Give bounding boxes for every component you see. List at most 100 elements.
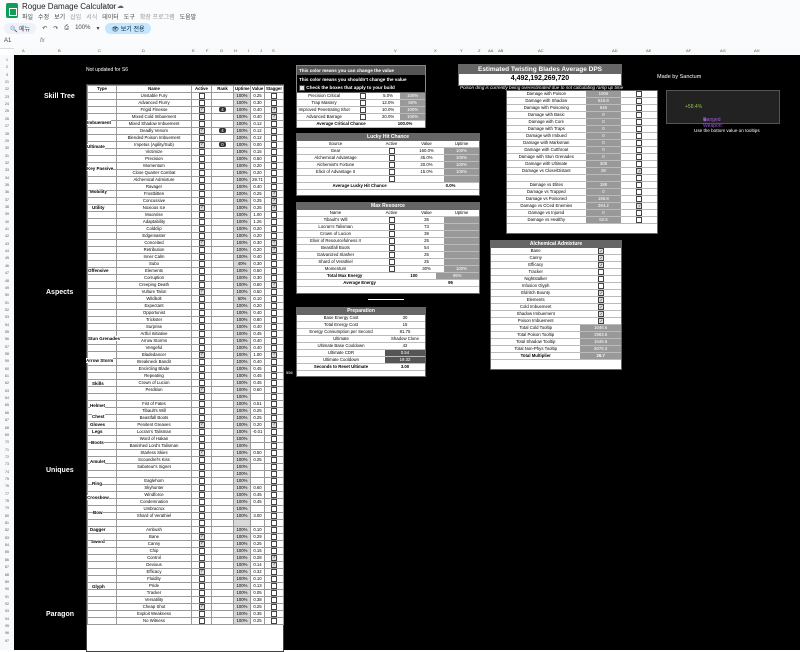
uptime-value[interactable]: 100% bbox=[233, 224, 251, 233]
row-number[interactable]: 67 bbox=[0, 418, 14, 422]
uptime-value[interactable]: 100% bbox=[233, 455, 251, 464]
stagger-checkbox[interactable] bbox=[271, 373, 277, 379]
resource-value[interactable]: 39 bbox=[409, 231, 444, 237]
row-number[interactable]: 83 bbox=[0, 536, 14, 540]
row-number[interactable]: 35 bbox=[0, 183, 14, 187]
uptime-value[interactable]: 100% bbox=[233, 217, 251, 226]
panel-checkbox[interactable] bbox=[388, 231, 395, 237]
panel-checkbox[interactable] bbox=[597, 255, 604, 261]
row-number[interactable]: 39 bbox=[0, 212, 14, 216]
uptime-value[interactable]: 100% bbox=[233, 588, 251, 597]
active-checkbox[interactable] bbox=[198, 506, 205, 512]
column-letter[interactable]: AG bbox=[720, 48, 726, 53]
active-checkbox[interactable] bbox=[198, 548, 205, 554]
stagger-checkbox[interactable] bbox=[271, 149, 277, 155]
row-number[interactable]: 21 bbox=[0, 80, 14, 84]
stagger-checkbox[interactable] bbox=[271, 464, 277, 470]
active-checkbox[interactable] bbox=[198, 303, 205, 309]
panel-checkbox[interactable] bbox=[388, 155, 395, 161]
uptime-value[interactable]: 100% bbox=[233, 406, 251, 415]
uptime-value[interactable]: 100% bbox=[233, 266, 251, 275]
active-checkbox[interactable] bbox=[198, 541, 205, 547]
uptime-value[interactable]: 100% bbox=[233, 315, 251, 324]
uptime-value[interactable]: 100% bbox=[233, 497, 251, 506]
active-checkbox[interactable] bbox=[198, 380, 205, 386]
uptime-value[interactable]: 100% bbox=[233, 154, 251, 163]
uptime-value[interactable]: 100% bbox=[233, 147, 251, 156]
stagger-checkbox[interactable] bbox=[271, 170, 277, 176]
row-number[interactable]: 27 bbox=[0, 124, 14, 128]
uptime-value[interactable]: 100% bbox=[233, 126, 251, 135]
row-number[interactable]: 50 bbox=[0, 293, 14, 297]
damage-value[interactable]: 546 bbox=[585, 105, 622, 111]
uptime-value[interactable]: 100% bbox=[233, 609, 251, 618]
panel-checkbox[interactable] bbox=[388, 266, 395, 272]
column-letter[interactable]: AC bbox=[538, 48, 544, 53]
panel-checkbox[interactable] bbox=[388, 238, 395, 244]
uptime-value[interactable]: 100% bbox=[233, 119, 251, 128]
star-icon[interactable]: ☆ bbox=[100, 3, 106, 10]
column-letter[interactable]: C bbox=[98, 48, 101, 53]
resource-uptime[interactable] bbox=[444, 231, 479, 237]
uptime-value[interactable]: 100% bbox=[233, 280, 251, 289]
rank-value[interactable]: 4 bbox=[219, 128, 226, 134]
stagger-checkbox[interactable] bbox=[271, 450, 277, 456]
active-checkbox[interactable] bbox=[198, 394, 205, 400]
panel-checkbox[interactable] bbox=[636, 112, 643, 118]
active-checkbox[interactable] bbox=[198, 289, 205, 295]
panel-checkbox[interactable] bbox=[388, 162, 395, 168]
uptime-value[interactable]: 100% bbox=[233, 308, 251, 317]
crit-value[interactable]: 5.0% bbox=[376, 93, 401, 99]
move-icon[interactable]: ▭ bbox=[108, 3, 115, 10]
stagger-checkbox[interactable] bbox=[271, 205, 277, 211]
panel-checkbox[interactable] bbox=[636, 126, 643, 132]
stagger-checkbox[interactable] bbox=[271, 415, 277, 421]
stagger-checkbox[interactable] bbox=[271, 226, 277, 232]
stagger-checkbox[interactable] bbox=[271, 163, 277, 169]
damage-value[interactable]: 0 bbox=[585, 189, 622, 195]
lucky-value[interactable]: 15.0% bbox=[409, 169, 444, 175]
stagger-checkbox[interactable] bbox=[271, 443, 277, 449]
uptime-value[interactable]: 100% bbox=[233, 595, 251, 604]
column-letter[interactable]: X bbox=[434, 48, 437, 53]
active-checkbox[interactable] bbox=[198, 359, 205, 365]
stagger-checkbox[interactable] bbox=[271, 135, 277, 141]
stagger-checkbox[interactable] bbox=[271, 100, 277, 106]
panel-checkbox[interactable] bbox=[597, 276, 604, 282]
stagger-checkbox[interactable] bbox=[271, 191, 277, 197]
stagger-checkbox[interactable] bbox=[271, 520, 277, 526]
row-number[interactable]: 87 bbox=[0, 565, 14, 569]
row-number[interactable]: 79 bbox=[0, 506, 14, 510]
stagger-checkbox[interactable] bbox=[271, 93, 277, 99]
crit-value[interactable]: 12.0% bbox=[376, 100, 401, 106]
active-checkbox[interactable] bbox=[198, 401, 205, 407]
stagger-checkbox[interactable] bbox=[271, 275, 277, 281]
stagger-checkbox[interactable] bbox=[271, 422, 277, 428]
panel-checkbox[interactable] bbox=[597, 283, 604, 289]
row-number[interactable]: 80 bbox=[0, 514, 14, 518]
damage-value[interactable]: 0 bbox=[585, 119, 622, 125]
uptime-value[interactable]: 100% bbox=[233, 140, 251, 149]
row-number[interactable]: 92 bbox=[0, 602, 14, 606]
uptime-value[interactable]: 100% bbox=[233, 441, 251, 450]
active-checkbox[interactable] bbox=[198, 177, 205, 183]
stagger-checkbox[interactable] bbox=[271, 128, 277, 134]
menu-item-1[interactable]: 수정 bbox=[38, 12, 49, 21]
row-number[interactable]: 70 bbox=[0, 440, 14, 444]
active-checkbox[interactable] bbox=[198, 149, 205, 155]
crit-uptime[interactable]: 50% bbox=[400, 100, 425, 106]
row-number[interactable]: 55 bbox=[0, 330, 14, 334]
row-number[interactable]: 77 bbox=[0, 492, 14, 496]
row-number[interactable]: 69 bbox=[0, 433, 14, 437]
uptime-value[interactable]: 100% bbox=[233, 364, 251, 373]
row-number[interactable]: 34 bbox=[0, 176, 14, 180]
uptime-value[interactable]: 100% bbox=[233, 476, 251, 485]
active-checkbox[interactable] bbox=[198, 590, 205, 596]
panel-checkbox[interactable] bbox=[636, 161, 643, 167]
resource-uptime[interactable] bbox=[444, 238, 479, 244]
lucky-uptime[interactable]: 100% bbox=[444, 162, 479, 168]
active-checkbox[interactable] bbox=[198, 170, 205, 176]
active-checkbox[interactable] bbox=[198, 324, 205, 330]
rank-value[interactable]: 4 bbox=[219, 107, 226, 113]
uptime-value[interactable]: 100% bbox=[233, 581, 251, 590]
